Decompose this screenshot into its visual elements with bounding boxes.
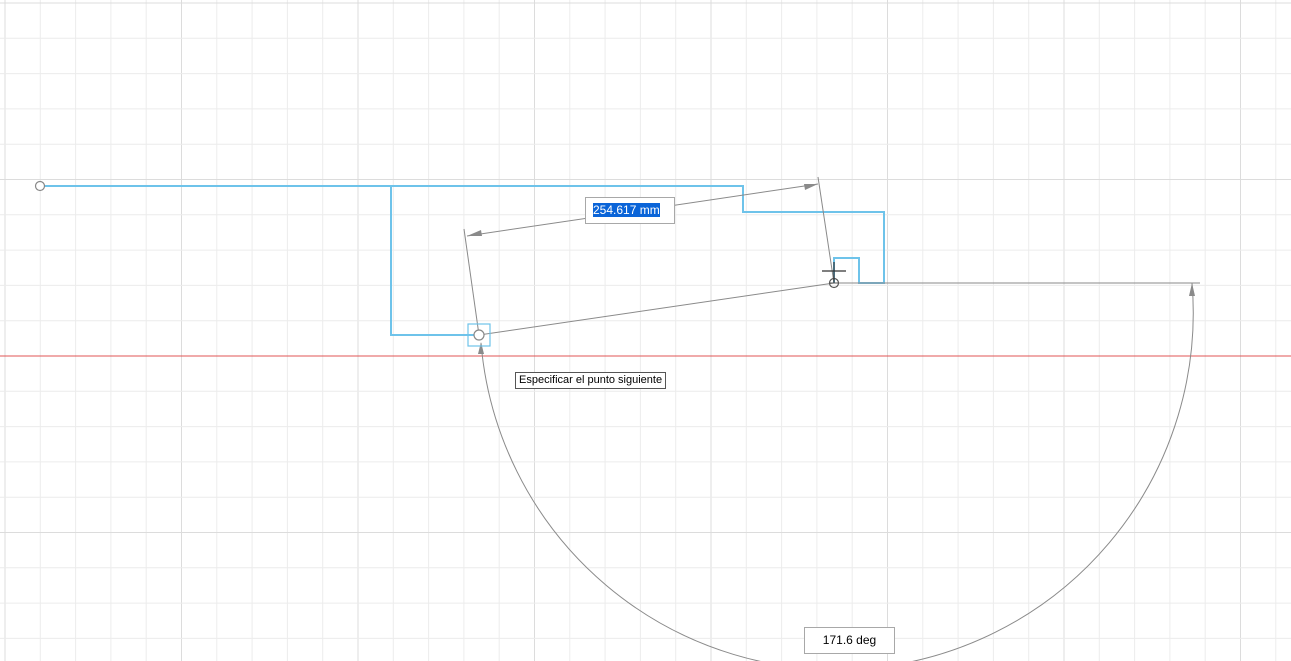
dimension-extension-right [817,176,835,284]
sketch-profile-line[interactable] [40,185,885,284]
dimension-extension-left [463,228,480,336]
sketch-vertical-line[interactable] [390,186,479,336]
crosshair-cursor-icon [822,262,846,289]
length-dimension-input[interactable]: 254.617 mm [585,197,675,224]
sketch-canvas[interactable]: 254.617 mm Especificar el punto siguient… [0,0,1291,661]
dimension-arrow-right [804,184,818,190]
angle-arrow-right [1189,283,1195,296]
length-value-selection[interactable]: 254.617 [593,203,637,217]
sketch-geometry [0,176,1291,661]
angle-dimension-arc [480,282,1194,661]
length-unit: mm [639,203,660,217]
snap-point-marker [473,329,485,341]
angle-dimension-input[interactable]: 171.6 deg [804,627,895,654]
angle-arrow-left [478,342,484,354]
preview-line [478,282,835,336]
command-prompt-tooltip: Especificar el punto siguiente [515,372,667,389]
start-point-icon[interactable] [34,180,46,192]
dimension-arrow-left [467,230,482,236]
